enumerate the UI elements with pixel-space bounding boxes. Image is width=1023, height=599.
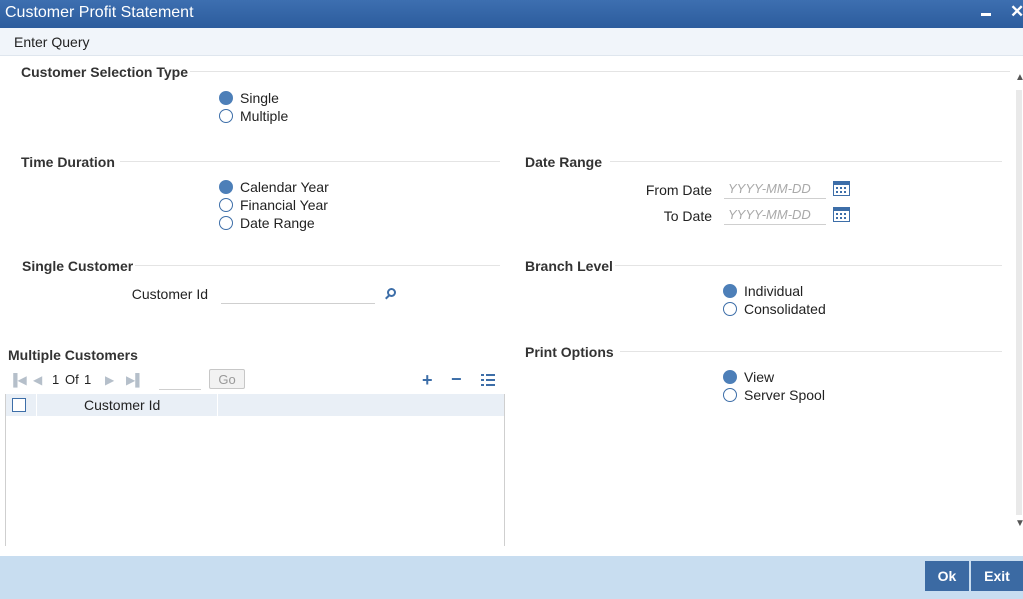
last-page-icon[interactable]: ▶▌ xyxy=(126,373,144,387)
radio-label: Individual xyxy=(744,283,804,299)
radio-date-range[interactable]: Date Range xyxy=(219,215,315,231)
radio-calendar-year[interactable]: Calendar Year xyxy=(219,179,329,195)
to-date-label: To Date xyxy=(663,208,712,224)
radio-unselected-icon xyxy=(219,109,233,123)
radio-view[interactable]: View xyxy=(723,369,774,385)
radio-label: Financial Year xyxy=(240,197,328,213)
customer-grid: Customer Id xyxy=(5,394,505,546)
minimize-icon[interactable] xyxy=(980,6,992,20)
section-divider xyxy=(615,265,1002,266)
scroll-down-icon[interactable]: ▼ xyxy=(1015,518,1023,529)
column-header-customer-id: Customer Id xyxy=(84,397,161,413)
next-page-icon[interactable]: ▶ xyxy=(105,373,114,387)
date-range-title: Date Range xyxy=(525,154,603,170)
grid-header: Customer Id xyxy=(6,394,504,416)
scroll-up-icon[interactable]: ▲ xyxy=(1015,72,1023,83)
radio-label: Single xyxy=(240,90,279,106)
radio-unselected-icon xyxy=(723,302,737,316)
section-divider xyxy=(135,265,500,266)
radio-server-spool[interactable]: Server Spool xyxy=(723,387,825,403)
customer-id-input[interactable] xyxy=(221,284,375,304)
radio-unselected-icon xyxy=(219,198,233,212)
current-page: 1 xyxy=(52,372,60,387)
first-page-icon[interactable]: ▐◀ xyxy=(9,373,27,387)
calendar-icon[interactable] xyxy=(833,207,850,222)
radio-selected-icon xyxy=(219,91,233,105)
single-customer-title: Single Customer xyxy=(22,258,134,274)
radio-label: Consolidated xyxy=(744,301,826,317)
menu-bar: Enter Query xyxy=(0,28,1023,56)
radio-label: Date Range xyxy=(240,215,315,231)
radio-consolidated[interactable]: Consolidated xyxy=(723,301,826,317)
time-duration-title: Time Duration xyxy=(21,154,115,170)
radio-individual[interactable]: Individual xyxy=(723,283,803,299)
total-pages: 1 xyxy=(84,372,92,387)
radio-label: Calendar Year xyxy=(240,179,329,195)
customer-id-label: Customer Id xyxy=(131,286,208,302)
from-date-label: From Date xyxy=(645,182,712,198)
customer-selection-type-title: Customer Selection Type xyxy=(21,64,189,80)
section-divider xyxy=(120,161,500,162)
go-button[interactable]: Go xyxy=(209,369,245,389)
radio-selected-icon xyxy=(219,180,233,194)
page-number-input[interactable] xyxy=(159,370,201,390)
section-divider xyxy=(190,71,1010,72)
select-all-checkbox[interactable] xyxy=(12,398,26,412)
delete-row-icon[interactable]: − xyxy=(451,370,462,388)
radio-label: Multiple xyxy=(240,108,289,124)
radio-multiple[interactable]: Multiple xyxy=(219,108,288,124)
grid-toolbar: ▐◀ ◀ 1 Of 1 ▶ ▶▌ Go + − xyxy=(5,368,505,392)
ok-button[interactable]: Ok xyxy=(925,561,969,591)
enter-query-menu-item[interactable]: Enter Query xyxy=(14,34,89,50)
window-title: Customer Profit Statement xyxy=(5,4,194,21)
radio-unselected-icon xyxy=(723,388,737,402)
radio-selected-icon xyxy=(723,284,737,298)
radio-financial-year[interactable]: Financial Year xyxy=(219,197,328,213)
from-date-input[interactable]: YYYY-MM-DD xyxy=(724,179,826,199)
print-options-title: Print Options xyxy=(525,344,614,360)
branch-level-title: Branch Level xyxy=(525,258,613,274)
add-row-icon[interactable]: + xyxy=(422,371,433,389)
radio-single[interactable]: Single xyxy=(219,90,279,106)
radio-selected-icon xyxy=(723,370,737,384)
scrollbar-thumb[interactable] xyxy=(1016,90,1022,515)
close-icon[interactable]: ✕ xyxy=(1010,2,1023,22)
section-divider xyxy=(620,351,1002,352)
radio-label: Server Spool xyxy=(744,387,825,403)
page-of-label: Of xyxy=(65,372,79,387)
search-icon[interactable] xyxy=(387,288,396,297)
radio-label: View xyxy=(744,369,775,385)
section-divider xyxy=(610,161,1002,162)
radio-unselected-icon xyxy=(219,216,233,230)
exit-button[interactable]: Exit xyxy=(971,561,1023,591)
to-date-input[interactable]: YYYY-MM-DD xyxy=(724,205,826,225)
title-bar: Customer Profit Statement ✕ xyxy=(0,0,1023,28)
calendar-icon[interactable] xyxy=(833,181,850,196)
previous-page-icon[interactable]: ◀ xyxy=(33,373,42,387)
multiple-customers-title: Multiple Customers xyxy=(8,347,138,363)
footer-bar: Ok Exit xyxy=(0,556,1023,599)
single-view-icon[interactable] xyxy=(481,374,495,386)
